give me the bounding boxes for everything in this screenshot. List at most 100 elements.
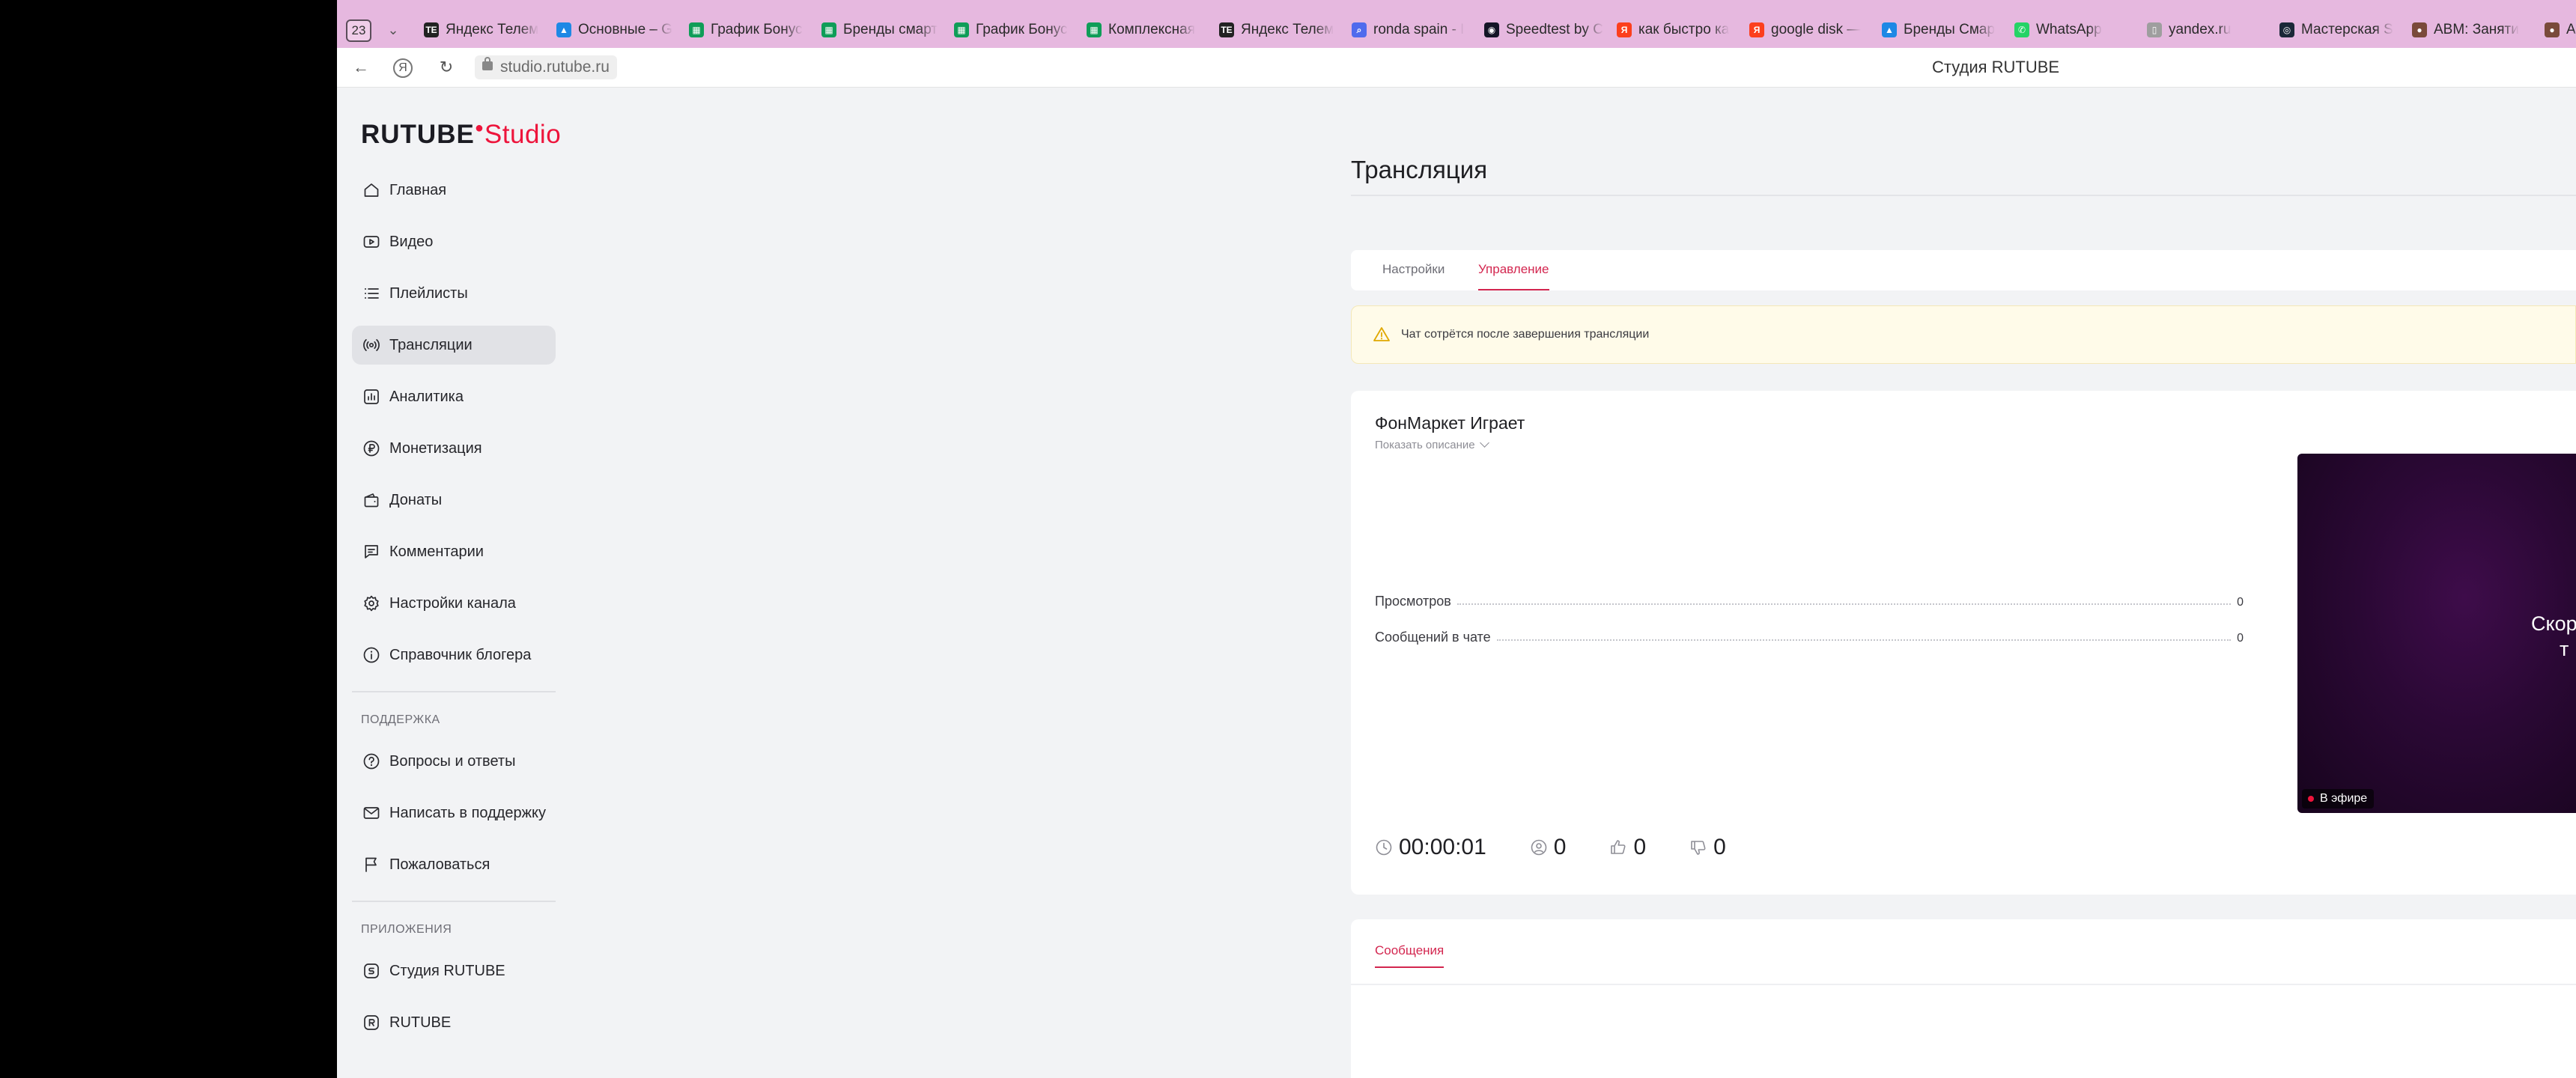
messages-divider [1351,984,2576,985]
browser-tab[interactable]: ТЕ Яндекс Телем [1215,16,1347,43]
browser-tab-title: google disk — [1771,22,1862,37]
browser-tab[interactable]: Якак быстро ка [1612,16,1745,43]
browser-tab-title: yandex.ru [2169,22,2232,37]
preview-overlay-text: Скор т [2531,611,2576,662]
comment-icon [365,545,378,558]
menu-item-label: Монетизация [389,439,482,457]
sidebar-item-8[interactable]: Настройки канала [352,584,556,623]
preview-text-line: т [2560,638,2569,660]
yandex-icon[interactable]: Я [393,58,413,78]
dotted-leader [1496,639,2232,641]
support-item-2[interactable]: Пожаловаться [352,845,556,884]
browser-tab[interactable]: ТЕ Яндекс Телем [419,16,552,43]
stat-value: 0 [2237,596,2244,609]
gear-icon [364,595,379,612]
avatar-icon: ● [2545,22,2560,37]
browser-tab[interactable]: ▯ yandex.ru [2142,16,2275,43]
browser-tab-title: Мастерская S [2301,22,2393,37]
sidebar-item-1[interactable]: Видео [352,222,556,261]
avatar-icon: ● [2412,22,2427,37]
duration-metric: 00:00:01 [1375,835,1486,860]
whatsapp-icon: ✆ [2014,22,2029,37]
sidebar-item-7[interactable]: Комментарии [352,532,556,571]
browser-tab[interactable]: ▦ График Бонус [950,16,1082,43]
browser-tab[interactable]: ● АВМ: Заняти [2408,16,2540,43]
tab-settings[interactable]: Настройки [1382,250,1445,290]
browser-tab-title: АВМ: Заняти [2434,22,2519,37]
menu-item-label: Главная [389,181,447,198]
support-item-1[interactable]: Написать в поддержку [352,794,556,832]
tabs-dropdown-chevron-icon[interactable]: ⌄ [382,19,404,40]
question-icon [363,753,380,770]
back-arrow-icon[interactable]: ← [350,57,371,78]
sidebar-item-3[interactable]: Трансляции [352,326,556,365]
menu-item-label: Плейлисты [389,284,468,302]
thumbs-down-icon [1691,841,1706,855]
clock-icon [1376,839,1392,856]
stat-row-chat-messages: Сообщений в чате 0 [1375,623,2244,645]
sidebar-item-9[interactable]: Справочник блогера [352,636,556,674]
studio-app-icon [364,963,379,978]
reload-icon[interactable]: ↻ [436,57,457,78]
rutube-studio-logo[interactable]: RUTUBE●Studio [361,120,561,150]
browser-tab[interactable]: ▦ График Бонус [684,16,817,43]
sidebar-divider [352,901,556,902]
menu-item-label: Видео [389,233,434,250]
url-field[interactable]: studio.rutube.ru [475,55,617,79]
browser-tab[interactable]: ⌕ ronda spain - I [1347,16,1480,43]
sidebar-item-6[interactable]: Донаты [352,481,556,520]
browser-tab[interactable]: ✆ WhatsApp [2010,16,2142,43]
analytics-icon [364,389,379,404]
show-description-label: Показать описание [1375,439,1475,451]
browser-tab[interactable]: Яgoogle disk — [1745,16,1877,43]
apps-item-0[interactable]: Студия RUTUBE [352,951,556,990]
dislikes-metric: 0 [1689,835,1726,860]
support-item-0[interactable]: Вопросы и ответы [352,742,556,781]
browser-tab[interactable]: ▦ Бренды смарт [817,16,950,43]
tab-messages[interactable]: Сообщения [1375,936,1445,968]
apps-item-1[interactable]: RUTUBE [352,1003,556,1042]
tab-management[interactable]: Управление [1478,250,1549,290]
stream-preview-player[interactable]: Скор т В эфире [2297,454,2576,813]
live-badge: В эфире [2302,789,2375,808]
stream-title: ФонМаркет Играет [1375,413,1525,433]
likes-value: 0 [1633,835,1647,859]
browser-tab-title: Speedtest by C [1506,22,1603,37]
browser-tab[interactable]: ◉ Speedtest by C [1480,16,1612,43]
logo-main-text: RUTUBE [361,120,475,149]
flag-icon [365,857,377,872]
thumbs-up-icon [1611,840,1626,854]
sidebar-item-2[interactable]: Плейлисты [352,274,556,313]
app-icon: ТЕ [424,22,439,37]
browser-window: 23 ⌄ ТЕ Яндекс Телем ▲ Основные – G ▦ График … [337,0,2576,1078]
show-description-link[interactable]: Показать описание [1375,438,1489,451]
stream-metrics: 00:00:01 0 0 0 [1375,832,1770,862]
browser-tab[interactable]: ● А [2540,16,2576,43]
sidebar-menu: Главная Видео Плейлисты Трансляции Аналитика… [352,171,556,1055]
logo-sub-text: Studio [484,120,562,149]
preview-text-line: Скор [2531,612,2576,635]
sidebar-item-0[interactable]: Главная [352,171,556,210]
yandex-icon: Я [1749,22,1764,37]
viewers-value: 0 [1553,835,1567,859]
warning-icon [1373,327,1390,341]
browser-tab-title: ronda spain - I [1373,22,1465,37]
browser-tab[interactable]: ▦ Комплексная [1082,16,1215,43]
browser-tab-title: График Бонус [711,22,803,37]
drive-icon: ▲ [556,22,571,37]
support-section-title: Поддержка [361,713,440,726]
browser-tab-title: WhatsApp [2036,22,2102,37]
browser-tab[interactable]: ▲ Основные – G [552,16,684,43]
browser-tab[interactable]: ◎ Мастерская S [2275,16,2408,43]
browser-tab[interactable]: ▲ Бренды Смар [1877,16,2010,43]
sheets-icon: ▦ [689,22,704,37]
sidebar-item-4[interactable]: Аналитика [352,377,556,416]
mail-icon [363,807,380,819]
menu-item-label: Настройки канала [389,594,516,612]
tab-count-button[interactable]: 23 [346,19,371,42]
browser-tab-title: График Бонус [976,22,1068,37]
dotted-leader [1456,603,2232,605]
sidebar-item-5[interactable]: Монетизация [352,429,556,468]
browser-tab-title: Основные – G [578,22,673,37]
viewers-metric: 0 [1530,835,1567,860]
